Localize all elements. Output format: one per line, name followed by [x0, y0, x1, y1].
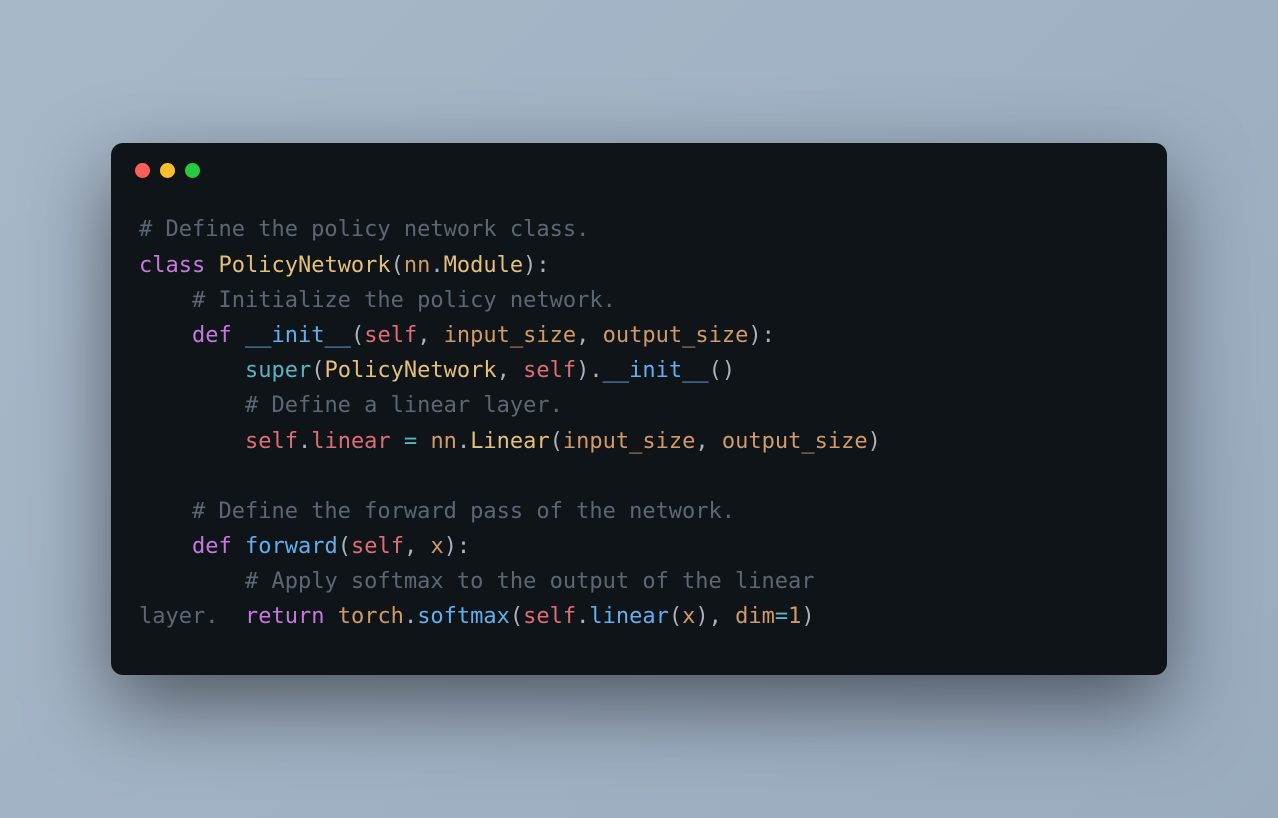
keyword-return: return [245, 604, 324, 629]
code-line-9: # Define the forward pass of the network… [139, 494, 1139, 529]
property: linear [311, 429, 390, 454]
self: self [523, 604, 576, 629]
function-name: softmax [417, 604, 510, 629]
function-name: linear [589, 604, 668, 629]
param: input_size [444, 323, 576, 348]
comment: # Define the policy network class. [139, 217, 589, 242]
self: self [523, 358, 576, 383]
comment: # Apply softmax to the output of the lin… [245, 569, 828, 594]
module-nn: nn [430, 429, 457, 454]
function-name: __init__ [603, 358, 709, 383]
code-line-11: # Apply softmax to the output of the lin… [139, 564, 1139, 599]
comment: # Define the forward pass of the network… [192, 499, 735, 524]
editor-window: # Define the policy network class. class … [111, 143, 1167, 674]
code-line-3: # Initialize the policy network. [139, 283, 1139, 318]
punct: ( [311, 358, 324, 383]
indent [139, 569, 245, 594]
maximize-button[interactable] [185, 163, 200, 178]
punct: ). [576, 358, 603, 383]
punct: . [430, 253, 443, 278]
param: output_size [603, 323, 749, 348]
punct: , [695, 429, 722, 454]
code-line-1: # Define the policy network class. [139, 212, 1139, 247]
param: x [430, 534, 443, 559]
punct: ): [523, 253, 550, 278]
kwarg: dim [735, 604, 775, 629]
code-content[interactable]: # Define the policy network class. class … [111, 184, 1167, 674]
punct: ( [351, 323, 364, 348]
class-name: PolicyNetwork [218, 253, 390, 278]
punct: ( [550, 429, 563, 454]
indent [139, 393, 245, 418]
code-line-8 [139, 459, 1139, 494]
function-name: __init__ [245, 323, 351, 348]
indent [139, 499, 192, 524]
punct: , [497, 358, 524, 383]
comment: # Initialize the policy network. [192, 288, 616, 313]
function-name: forward [245, 534, 338, 559]
comment-continuation: layer. [139, 604, 245, 629]
builtin-super: super [245, 358, 311, 383]
close-button[interactable] [135, 163, 150, 178]
indent [139, 323, 192, 348]
keyword-def: def [192, 323, 232, 348]
indent [139, 534, 192, 559]
punct: ): [444, 534, 471, 559]
indent [139, 288, 192, 313]
code-line-12: layer. return torch.softmax(self.linear(… [139, 599, 1139, 634]
minimize-button[interactable] [160, 163, 175, 178]
punct: ( [510, 604, 523, 629]
punct: ) [868, 429, 881, 454]
self: self [245, 429, 298, 454]
code-line-2: class PolicyNetwork(nn.Module): [139, 248, 1139, 283]
class-name: PolicyNetwork [324, 358, 496, 383]
keyword-def: def [192, 534, 232, 559]
punct: , [576, 323, 603, 348]
module-torch: torch [338, 604, 404, 629]
keyword-class: class [139, 253, 205, 278]
code-line-5: super(PolicyNetwork, self).__init__() [139, 353, 1139, 388]
punct: ) [801, 604, 814, 629]
number: 1 [788, 604, 801, 629]
punct: ( [391, 253, 404, 278]
class-name: Linear [470, 429, 549, 454]
self: self [364, 323, 417, 348]
param: x [682, 604, 695, 629]
code-line-4: def __init__(self, input_size, output_si… [139, 318, 1139, 353]
param: input_size [563, 429, 695, 454]
comment: # Define a linear layer. [245, 393, 563, 418]
punct: . [576, 604, 589, 629]
indent [139, 358, 245, 383]
punct: . [457, 429, 470, 454]
punct: . [298, 429, 311, 454]
title-bar [111, 143, 1167, 184]
punct: () [709, 358, 736, 383]
punct: , [404, 534, 431, 559]
punct: . [404, 604, 417, 629]
param: output_size [722, 429, 868, 454]
indent [139, 429, 245, 454]
operator: = [391, 429, 431, 454]
code-line-10: def forward(self, x): [139, 529, 1139, 564]
punct: ( [669, 604, 682, 629]
self: self [351, 534, 404, 559]
class-module: Module [444, 253, 523, 278]
punct: ( [338, 534, 351, 559]
operator: = [775, 604, 788, 629]
punct: , [417, 323, 444, 348]
punct: ): [748, 323, 775, 348]
module-nn: nn [404, 253, 431, 278]
code-line-7: self.linear = nn.Linear(input_size, outp… [139, 424, 1139, 459]
code-line-6: # Define a linear layer. [139, 388, 1139, 423]
punct: ), [695, 604, 735, 629]
